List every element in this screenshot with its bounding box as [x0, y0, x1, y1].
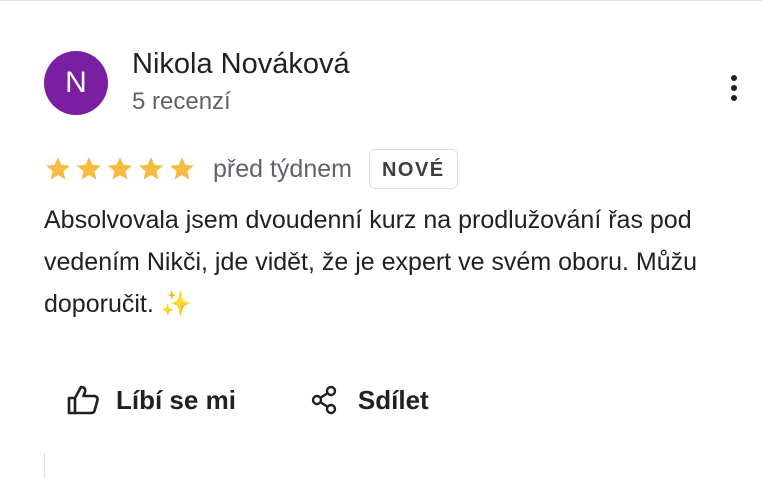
review-text: Absolvovala jsem dvoudenní kurz na prodl… [44, 199, 744, 325]
sparkles-emoji: ✨ [160, 290, 192, 318]
share-button[interactable]: Sdílet [310, 377, 429, 423]
reviewer-review-count[interactable]: 5 recenzí [132, 88, 231, 116]
star-rating [44, 155, 196, 183]
star-icon [108, 157, 132, 180]
star-icon [139, 157, 163, 180]
more-vert-icon [731, 75, 737, 101]
review-date: před týdnem [213, 154, 352, 183]
star-icon [77, 157, 101, 180]
reviewer-name[interactable]: Nikola Nováková [132, 48, 350, 81]
like-label: Líbí se mi [116, 384, 236, 415]
share-icon [311, 385, 337, 415]
star-icon [46, 157, 70, 180]
divider [44, 453, 45, 478]
star-icon [170, 157, 194, 180]
thumb-up-icon [67, 385, 99, 415]
review-body: Absolvovala jsem dvoudenní kurz na prodl… [44, 206, 698, 318]
review-actions: Líbí se mi Sdílet [66, 377, 429, 423]
share-label: Sdílet [357, 384, 429, 415]
new-badge: NOVÉ [368, 149, 458, 189]
like-button[interactable]: Líbí se mi [66, 377, 236, 423]
avatar-initial: N [65, 66, 87, 99]
review-card: N Nikola Nováková 5 recenzí před týdnem … [0, 0, 762, 478]
avatar[interactable]: N [44, 51, 108, 115]
rating-row: před týdnem NOVÉ [44, 147, 458, 191]
more-options-button[interactable] [722, 71, 746, 105]
